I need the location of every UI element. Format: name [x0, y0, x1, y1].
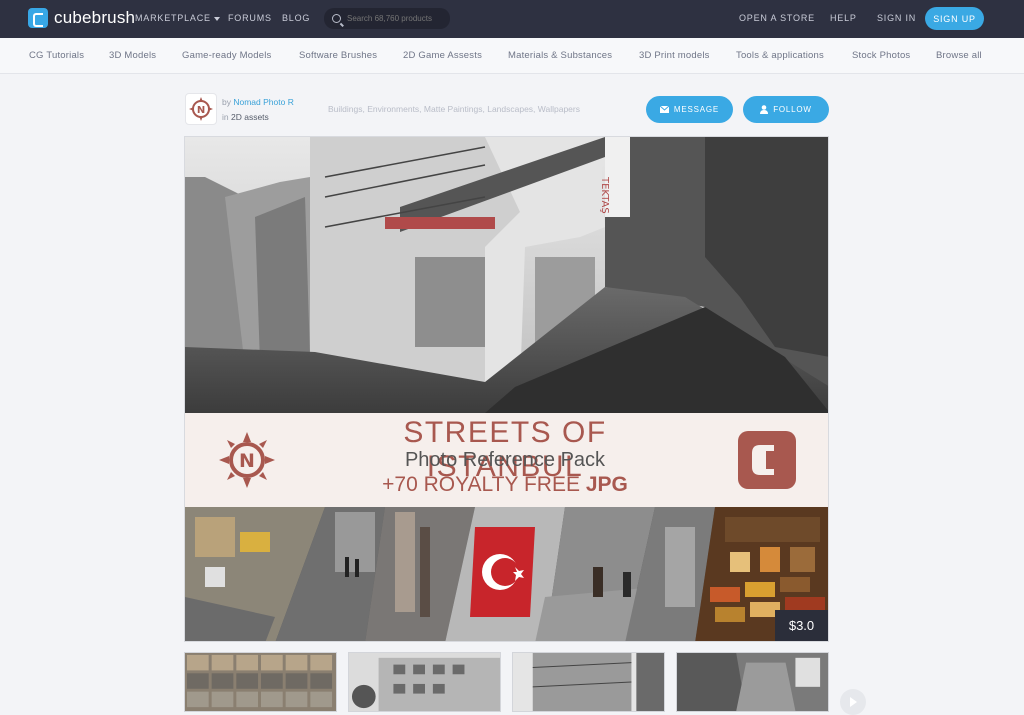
svg-text:N: N [239, 450, 255, 472]
author-avatar[interactable]: N [185, 93, 217, 125]
envelope-icon [659, 106, 669, 113]
thumbnail-3[interactable] [512, 652, 665, 712]
thumbnail-image [185, 653, 336, 711]
follow-label: FOLLOW [773, 105, 812, 114]
category-3d-models[interactable]: 3D Models [109, 50, 156, 61]
thumbnail-2[interactable] [348, 652, 501, 712]
banner-tagline: +70 ROYALTY FREE JPG [382, 473, 628, 496]
category-browse-all[interactable]: Browse all [936, 50, 982, 61]
svg-text:N: N [197, 105, 205, 116]
street-photo-collage [185, 507, 828, 641]
category-game-ready-models[interactable]: Game-ready Models [182, 50, 271, 61]
search-input[interactable] [347, 14, 447, 23]
chevron-down-icon [213, 16, 220, 21]
nav-open-store[interactable]: OPEN A STORE [739, 13, 815, 23]
message-button[interactable]: MESSAGE [646, 96, 733, 123]
banner-subtitle: Photo Reference Pack [404, 449, 606, 471]
category-stock-photos[interactable]: Stock Photos [852, 50, 910, 61]
category-line: in 2D assets [222, 112, 269, 122]
top-navigation: cubebrush MARKETPLACE FORUMS BLOG OPEN A… [0, 0, 1024, 38]
category-cg-tutorials[interactable]: CG Tutorials [29, 50, 84, 61]
nav-marketplace[interactable]: MARKETPLACE [135, 13, 220, 23]
search-icon [332, 14, 341, 23]
thumbnail-image [349, 653, 500, 711]
carousel-next-icon[interactable] [840, 689, 866, 715]
compass-n-logo-icon: N [219, 432, 275, 488]
nav-sign-in[interactable]: SIGN IN [877, 13, 916, 23]
cubebrush-logo-icon [28, 8, 48, 28]
product-hero-image[interactable]: TEKTAŞ N STREETS OF ISTANBUL Photo Refer… [184, 136, 829, 642]
category-bar: CG Tutorials 3D Models Game-ready Models… [0, 38, 1024, 74]
street-photo-top: TEKTAŞ [185, 137, 828, 413]
compass-n-logo-icon: N [189, 97, 213, 121]
category-2d-game-assets[interactable]: 2D Game Assests [403, 50, 482, 61]
nav-forums[interactable]: FORUMS [228, 13, 272, 23]
cubebrush-logo-icon [738, 431, 796, 489]
thumbnail-image [677, 653, 828, 711]
product-banner: N STREETS OF ISTANBUL Photo Reference Pa… [185, 413, 828, 507]
in-label: in [222, 112, 229, 122]
product-category[interactable]: 2D assets [231, 112, 269, 122]
follow-button[interactable]: FOLLOW [743, 96, 829, 123]
brand-logo[interactable]: cubebrush [28, 8, 135, 28]
category-materials-substances[interactable]: Materials & Substances [508, 50, 612, 61]
user-icon [760, 105, 769, 114]
category-3d-print-models[interactable]: 3D Print models [639, 50, 710, 61]
brand-name: cubebrush [54, 8, 136, 27]
price-badge: $3.0 [775, 610, 828, 641]
category-tools-applications[interactable]: Tools & applications [736, 50, 824, 61]
category-software-brushes[interactable]: Software Brushes [299, 50, 377, 61]
thumbnail-4[interactable] [676, 652, 829, 712]
message-label: MESSAGE [673, 105, 720, 114]
author-link[interactable]: Nomad Photo R [233, 97, 293, 107]
nav-blog[interactable]: BLOG [282, 13, 310, 23]
search-box[interactable] [324, 8, 450, 29]
sign-up-button[interactable]: SIGN UP [925, 7, 984, 30]
thumbnail-image [513, 653, 664, 711]
svg-text:TEKTAŞ: TEKTAŞ [599, 176, 610, 214]
by-label: by [222, 97, 231, 107]
product-tags[interactable]: Buildings, Environments, Matte Paintings… [328, 104, 580, 114]
thumbnail-1[interactable] [184, 652, 337, 712]
nav-help[interactable]: HELP [830, 13, 857, 23]
author-line: by Nomad Photo R [222, 97, 294, 107]
